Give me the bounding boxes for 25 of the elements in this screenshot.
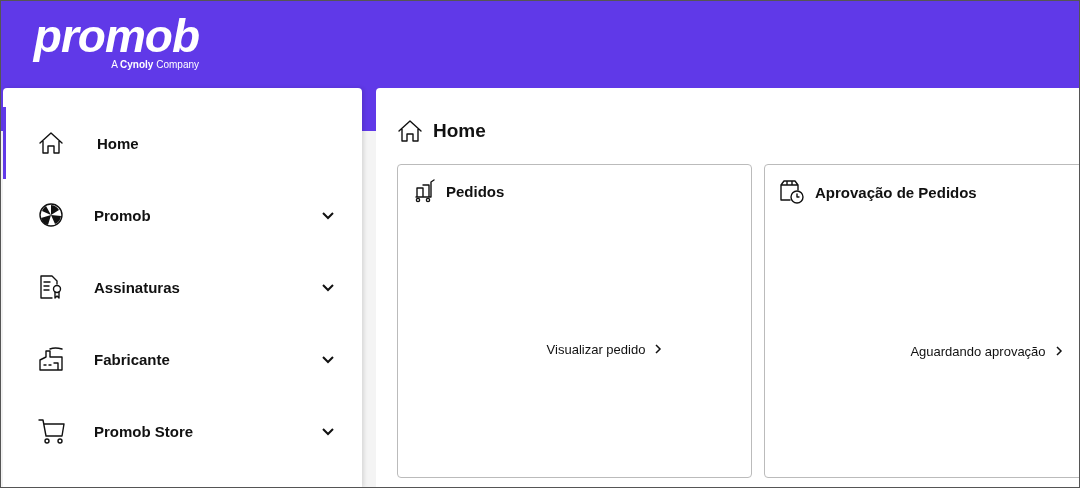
card-title: Aprovação de Pedidos (815, 183, 977, 201)
chevron-down-icon (322, 212, 334, 220)
cart-boxes-icon (412, 179, 436, 203)
box-clock-icon (779, 179, 805, 205)
card-title: Pedidos (446, 182, 505, 200)
chevron-down-icon (322, 356, 334, 364)
sidebar-item[interactable]: Promob (3, 179, 362, 251)
aperture-icon (38, 202, 64, 228)
home-icon (397, 119, 423, 143)
tagline: A Cynoly Company (111, 59, 199, 70)
chevron-right-icon (1055, 346, 1063, 356)
sidebar-item[interactable]: Assinaturas (3, 251, 362, 323)
chevron-down-icon (322, 428, 334, 436)
sidebar-item[interactable]: Fabricante (3, 323, 362, 395)
home-icon (38, 131, 64, 155)
sidebar-item[interactable]: Home (3, 107, 362, 179)
factory-icon (38, 346, 64, 372)
sidebar-item[interactable]: Promob Store (3, 395, 362, 467)
page-title: Home (433, 120, 486, 142)
chevron-down-icon (322, 284, 334, 292)
chevron-right-icon (655, 344, 663, 354)
cart-icon (38, 417, 66, 445)
card-link[interactable]: Aguardando aprovação (910, 341, 1063, 361)
certificate-icon (38, 274, 64, 300)
card-link[interactable]: Visualizar pedido (546, 339, 663, 359)
